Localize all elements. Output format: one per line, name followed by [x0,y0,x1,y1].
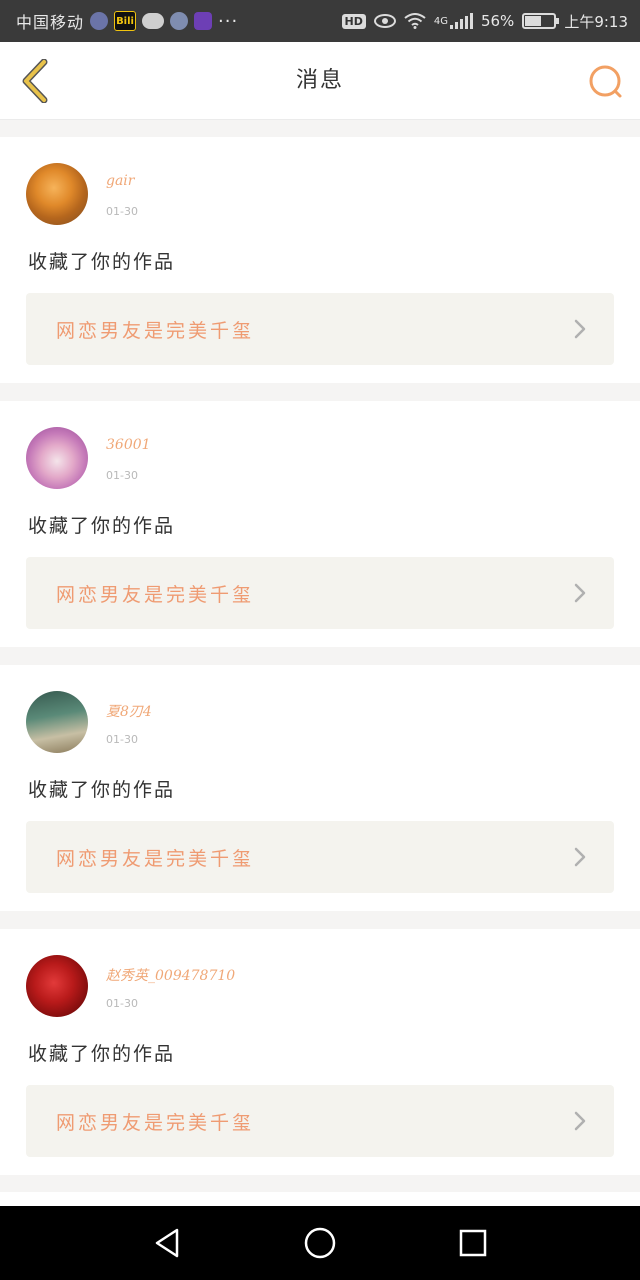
clock: 上午9:13 [564,12,628,31]
status-right: HD 4G 56% 上午9:13 [341,11,628,32]
network-type-label: 4G [433,15,448,27]
message-time: 01-30 [106,733,138,746]
work-title: 网恋男友是完美千玺 [56,1111,255,1134]
username[interactable]: 夏8刃4 [106,701,152,721]
hd-badge: HD [341,13,366,29]
username[interactable]: 36001 [106,437,151,453]
app-notification-icon [90,12,109,30]
app-header: 消息 [0,42,640,120]
battery-percent: 56% [480,12,515,30]
bilibili-icon: Bili [114,11,137,31]
action-text: 收藏了你的作品 [28,779,176,801]
battery-level [525,16,541,26]
wechat-icon [142,13,165,29]
chevron-right-icon [574,847,586,867]
work-title: 网恋男友是完美千玺 [56,847,255,870]
work-link[interactable]: 网恋男友是完美千玺 [26,293,614,365]
avatar[interactable] [26,163,88,225]
wifi-icon [404,13,426,29]
avatar[interactable] [26,691,88,753]
nav-back-button[interactable] [137,1213,197,1273]
work-title: 网恋男友是完美千玺 [56,319,255,342]
message-time: 01-30 [106,997,138,1010]
avatar[interactable] [26,427,88,489]
more-notifications-icon: ··· [218,10,239,32]
username[interactable]: 赵秀英_009478710 [106,965,235,985]
message-card[interactable]: 赵秀英_009478710 01-30 收藏了你的作品 网恋男友是完美千玺 [0,929,640,1175]
message-time: 01-30 [106,205,138,218]
app-notification-icon [170,12,189,30]
work-title: 网恋男友是完美千玺 [56,583,255,606]
message-card[interactable]: 36001 01-30 收藏了你的作品 网恋男友是完美千玺 [0,401,640,647]
carrier-label: 中国移动 [16,13,85,32]
status-left: 中国移动 Bili ··· [16,9,342,33]
message-card[interactable]: gair 01-30 收藏了你的作品 网恋男友是完美千玺 [0,137,640,383]
square-recent-icon [460,1229,487,1257]
system-nav-bar [0,1206,640,1280]
message-card[interactable]: 夏8刃4 01-30 收藏了你的作品 网恋男友是完美千玺 [0,665,640,911]
app-notification-icon [194,12,213,30]
chevron-right-icon [574,319,586,339]
action-text: 收藏了你的作品 [28,515,176,537]
page-title: 消息 [295,68,344,93]
chevron-right-icon [574,583,586,603]
message-time: 01-30 [106,469,138,482]
battery-icon [522,13,560,29]
work-link[interactable]: 网恋男友是完美千玺 [26,821,614,893]
eye-comfort-icon [373,14,396,28]
action-text: 收藏了你的作品 [28,1043,176,1065]
triangle-back-icon [155,1228,178,1258]
work-link[interactable]: 网恋男友是完美千玺 [26,1085,614,1157]
nav-recent-button[interactable] [443,1213,503,1273]
action-text: 收藏了你的作品 [28,251,176,273]
username[interactable]: gair [106,173,134,189]
signal-icon [449,13,473,29]
message-list: gair 01-30 收藏了你的作品 网恋男友是完美千玺 36001 01-30… [0,137,640,1193]
chevron-right-icon [574,1111,586,1131]
nav-home-button[interactable] [290,1213,350,1273]
work-link[interactable]: 网恋男友是完美千玺 [26,557,614,629]
status-bar: 中国移动 Bili ··· HD 4G 56% 上午9:13 [0,0,640,42]
search-button[interactable] [588,64,624,100]
circle-home-icon [304,1227,336,1259]
search-icon [589,65,622,98]
avatar[interactable] [26,955,88,1017]
message-card-partial [0,1192,640,1206]
